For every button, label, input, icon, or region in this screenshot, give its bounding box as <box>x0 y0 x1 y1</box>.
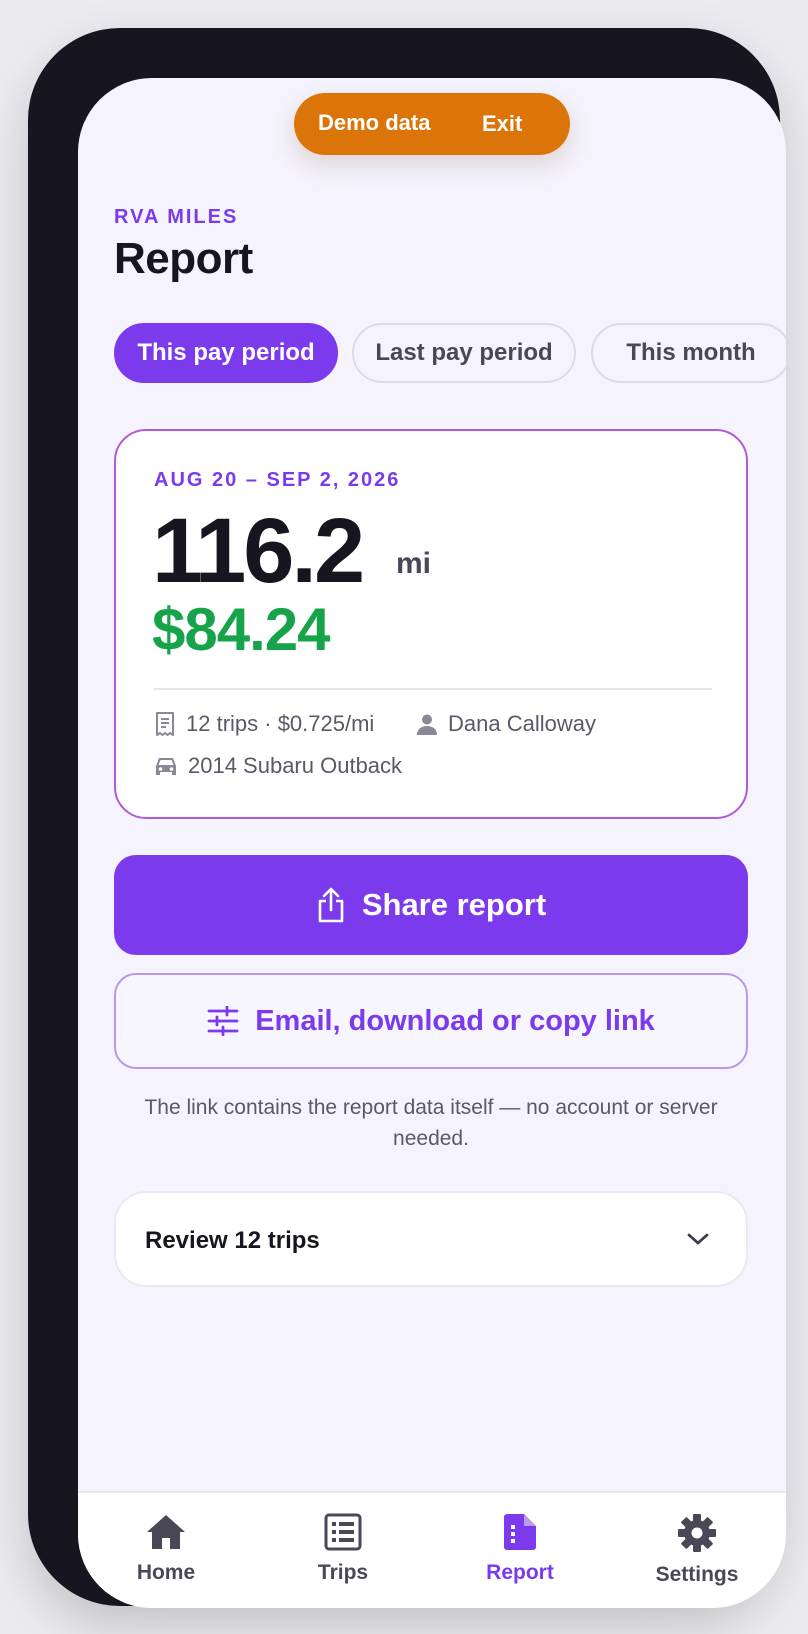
nav-settings-label: Settings <box>655 1563 739 1586</box>
total-miles: 116.2 <box>152 500 365 602</box>
card-divider <box>154 688 712 690</box>
demo-data-banner: Demo data Exit <box>294 93 570 155</box>
gear-icon <box>678 1514 716 1552</box>
person-icon <box>417 714 437 735</box>
tab-last-pay-period[interactable]: Last pay period <box>352 323 576 383</box>
vehicle-meta: 2014 Subaru Outback <box>154 753 402 779</box>
bottom-nav: Home Trips Report Settings <box>78 1491 786 1608</box>
app-screen: Demo data Exit RVA MILES Report This pay… <box>78 78 786 1608</box>
review-trips-accordion[interactable]: Review 12 trips <box>114 1191 748 1287</box>
report-summary-card: AUG 20 – SEP 2, 2026 116.2 mi $84.24 12 … <box>114 429 748 819</box>
exit-demo-button[interactable]: Exit <box>482 111 522 137</box>
reimbursement-amount: $84.24 <box>152 596 331 663</box>
nav-report[interactable]: Report <box>455 1513 585 1603</box>
trips-rate-meta: 12 trips · $0.725/mi <box>154 711 374 737</box>
trips-rate-text: 12 trips · $0.725/mi <box>186 711 375 736</box>
home-icon <box>147 1515 185 1549</box>
share-icon <box>318 887 344 923</box>
receipt-icon <box>156 712 174 736</box>
nav-trips-label: Trips <box>317 1561 369 1584</box>
email-download-copy-button[interactable]: Email, download or copy link <box>114 973 748 1069</box>
page-title: Report <box>114 234 253 283</box>
driver-name: Dana Calloway <box>448 711 596 736</box>
sliders-icon <box>207 1006 239 1036</box>
nav-settings[interactable]: Settings <box>632 1513 762 1603</box>
phone-frame: Demo data Exit RVA MILES Report This pay… <box>28 28 786 1608</box>
car-icon <box>156 758 176 775</box>
demo-data-label: Demo data <box>318 110 431 135</box>
driver-meta: Dana Calloway <box>416 711 596 737</box>
share-report-button[interactable]: Share report <box>114 855 748 955</box>
tab-this-pay-period[interactable]: This pay period <box>114 323 338 383</box>
list-icon <box>324 1513 362 1551</box>
date-range: AUG 20 – SEP 2, 2026 <box>154 469 401 491</box>
share-link-note: The link contains the report data itself… <box>144 1096 718 1150</box>
nav-home-label: Home <box>136 1561 196 1584</box>
tab-this-month[interactable]: This month <box>591 323 786 383</box>
nav-trips[interactable]: Trips <box>278 1513 408 1603</box>
review-trips-label: Review 12 trips <box>145 1227 320 1254</box>
report-icon <box>504 1514 536 1550</box>
share-report-label: Share report <box>361 887 547 922</box>
nav-home[interactable]: Home <box>101 1513 231 1603</box>
vehicle-name: 2014 Subaru Outback <box>188 753 403 778</box>
period-tabs: This pay period Last pay period This mon… <box>114 323 786 387</box>
email-download-copy-label: Email, download or copy link <box>255 1004 655 1037</box>
brand-name: RVA MILES <box>114 206 239 228</box>
chevron-down-icon <box>687 1233 709 1245</box>
nav-report-label: Report <box>486 1561 554 1584</box>
miles-unit: mi <box>396 547 432 580</box>
